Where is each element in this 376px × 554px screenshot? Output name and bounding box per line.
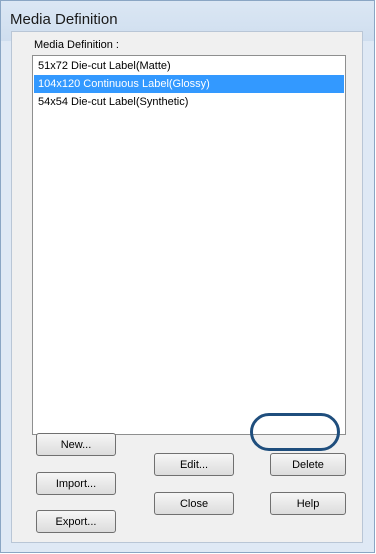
new-button[interactable]: New... (36, 433, 116, 456)
list-item-matte[interactable]: 51x72 Die-cut Label(Matte) (34, 57, 344, 75)
export-button[interactable]: Export... (36, 510, 116, 533)
list-item-synthetic[interactable]: 54x54 Die-cut Label(Synthetic) (34, 93, 344, 111)
close-button[interactable]: Close (154, 492, 234, 515)
window-title: Media Definition (10, 11, 118, 28)
list-item-glossy-selected[interactable]: 104x120 Continuous Label(Glossy) (34, 75, 344, 93)
media-definition-window: Media Definition Media Definition : 51x7… (0, 0, 375, 553)
delete-button[interactable]: Delete (270, 453, 346, 476)
media-definition-label: Media Definition : (34, 39, 119, 51)
help-button[interactable]: Help (270, 492, 346, 515)
media-definition-list[interactable]: 51x72 Die-cut Label(Matte) 104x120 Conti… (32, 55, 346, 435)
edit-button[interactable]: Edit... (154, 453, 234, 476)
dialog-client-area: Media Definition : 51x72 Die-cut Label(M… (11, 31, 363, 543)
import-button[interactable]: Import... (36, 472, 116, 495)
